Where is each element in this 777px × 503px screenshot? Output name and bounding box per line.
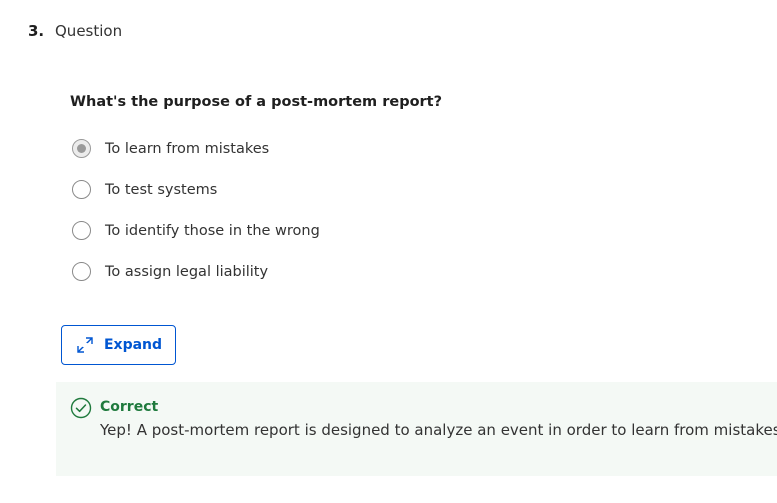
answer-options: To learn from mistakes To test systems T…: [72, 128, 320, 292]
question-prompt: What's the purpose of a post-mortem repo…: [70, 94, 443, 110]
option-identify-wrong[interactable]: To identify those in the wrong: [72, 210, 320, 251]
radio-button[interactable]: [72, 262, 91, 281]
expand-label: Expand: [103, 337, 163, 353]
question-label: Question: [55, 22, 123, 40]
option-label: To identify those in the wrong: [105, 222, 320, 239]
option-test-systems[interactable]: To test systems: [72, 169, 320, 210]
radio-button-selected[interactable]: [72, 139, 91, 158]
question-header: 3. Question: [28, 22, 122, 40]
feedback-panel: Correct Yep! A post-mortem report is des…: [56, 382, 777, 476]
expand-arrows-icon: [77, 337, 93, 353]
radio-button[interactable]: [72, 221, 91, 240]
option-label: To assign legal liability: [105, 263, 269, 280]
radio-dot: [77, 144, 86, 153]
feedback-status: Correct: [100, 399, 159, 415]
feedback-message: Yep! A post-mortem report is designed to…: [100, 421, 777, 439]
option-learn-from-mistakes[interactable]: To learn from mistakes: [72, 128, 320, 169]
option-label: To learn from mistakes: [105, 140, 270, 157]
option-label: To test systems: [105, 181, 218, 198]
radio-button[interactable]: [72, 180, 91, 199]
expand-button[interactable]: Expand: [61, 325, 176, 365]
question-number: 3.: [28, 22, 45, 40]
check-circle-icon: [70, 397, 92, 419]
option-legal-liability[interactable]: To assign legal liability: [72, 251, 320, 292]
